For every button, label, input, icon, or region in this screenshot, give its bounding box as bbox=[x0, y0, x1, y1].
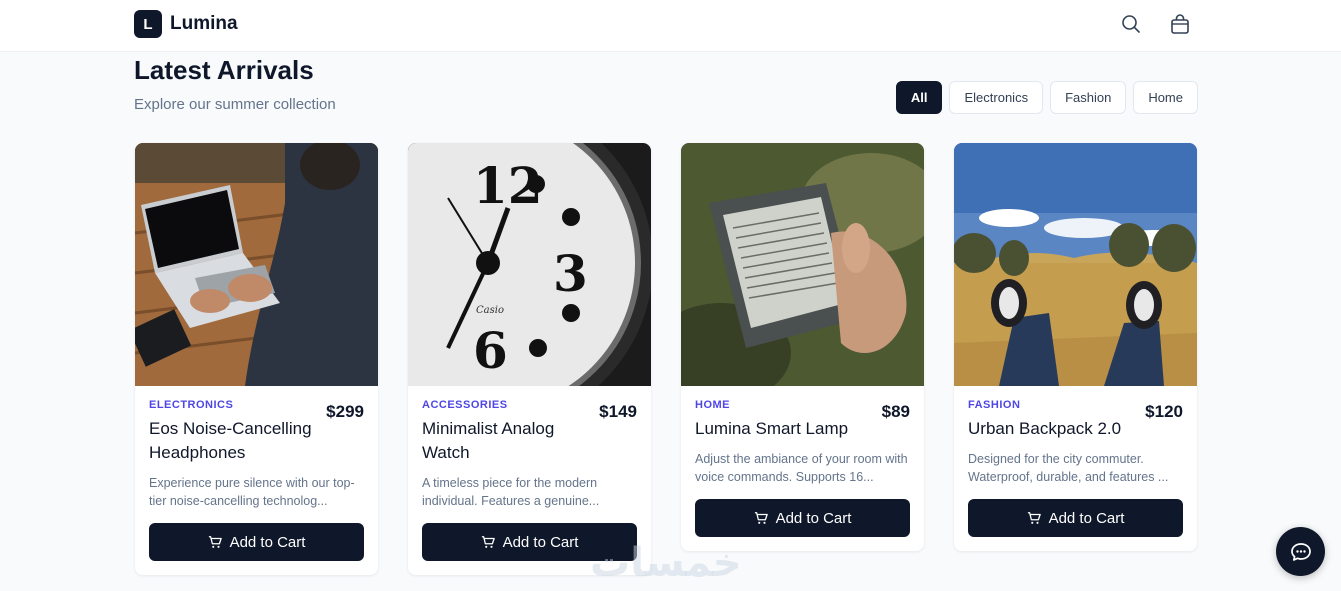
product-price: $120 bbox=[1145, 402, 1183, 421]
product-card[interactable]: FASHION $120 Urban Backpack 2.0 Designed… bbox=[954, 143, 1197, 551]
header-actions bbox=[1121, 13, 1190, 35]
add-to-cart-button[interactable]: Add to Cart bbox=[422, 523, 637, 561]
add-to-cart-label: Add to Cart bbox=[1048, 509, 1125, 527]
filter-home[interactable]: Home bbox=[1133, 81, 1198, 114]
product-description: Experience pure silence with our top-tie… bbox=[149, 476, 355, 508]
chat-bubble-icon bbox=[1290, 542, 1311, 561]
brand-logo[interactable]: L Lumina bbox=[134, 10, 238, 38]
product-price: $149 bbox=[599, 402, 637, 421]
add-to-cart-button[interactable]: Add to Cart bbox=[968, 499, 1183, 537]
add-to-cart-label: Add to Cart bbox=[502, 533, 579, 551]
cart-icon bbox=[481, 536, 495, 548]
filter-fashion[interactable]: Fashion bbox=[1050, 81, 1127, 114]
filter-all[interactable]: All bbox=[895, 81, 943, 114]
page-title: Latest Arrivals bbox=[134, 55, 314, 85]
page-subtitle: Explore our summer collection bbox=[134, 96, 336, 113]
add-to-cart-button[interactable]: Add to Cart bbox=[149, 523, 364, 561]
product-image-laptop[interactable] bbox=[135, 143, 378, 386]
svg-text:6: 6 bbox=[473, 321, 508, 380]
search-icon[interactable] bbox=[1121, 13, 1141, 35]
add-to-cart-label: Add to Cart bbox=[229, 533, 306, 551]
product-description: Adjust the ambiance of your room with vo… bbox=[695, 452, 908, 484]
product-price: $89 bbox=[881, 402, 910, 421]
product-image-ereader[interactable] bbox=[681, 143, 924, 386]
product-image-clock[interactable]: 12 3 6 Casio bbox=[408, 143, 651, 386]
product-image-sneakers[interactable] bbox=[954, 143, 1197, 386]
product-card[interactable]: ELECTRONICS $299 Eos Noise-Cancelling He… bbox=[135, 143, 378, 575]
product-name[interactable]: Lumina Smart Lamp bbox=[695, 417, 910, 441]
product-category: HOME bbox=[695, 399, 730, 411]
product-card[interactable]: 12 3 6 Casio ACCESSORIES $149 Minimalist… bbox=[408, 143, 651, 575]
product-description: A timeless piece for the modern individu… bbox=[422, 476, 600, 508]
logo-mark: L bbox=[134, 10, 162, 38]
chat-button[interactable] bbox=[1276, 527, 1325, 576]
category-filters: All Electronics Fashion Home bbox=[895, 81, 1198, 114]
filter-electronics[interactable]: Electronics bbox=[949, 81, 1044, 114]
product-price: $299 bbox=[326, 402, 364, 421]
cart-icon bbox=[1027, 512, 1041, 524]
product-name[interactable]: Minimalist Analog Watch bbox=[422, 417, 637, 465]
product-card[interactable]: HOME $89 Lumina Smart Lamp Adjust the am… bbox=[681, 143, 924, 551]
top-navigation-bar: L Lumina bbox=[0, 0, 1341, 52]
add-to-cart-button[interactable]: Add to Cart bbox=[695, 499, 910, 537]
cart-icon bbox=[208, 536, 222, 548]
shopping-bag-icon[interactable] bbox=[1170, 13, 1190, 35]
cart-icon bbox=[754, 512, 768, 524]
add-to-cart-label: Add to Cart bbox=[775, 509, 852, 527]
svg-text:3: 3 bbox=[553, 244, 588, 303]
svg-text:Casio: Casio bbox=[476, 305, 504, 316]
product-name[interactable]: Eos Noise-Cancelling Headphones bbox=[149, 417, 364, 465]
product-description: Designed for the city commuter. Waterpro… bbox=[968, 452, 1169, 484]
brand-name: Lumina bbox=[170, 13, 238, 34]
